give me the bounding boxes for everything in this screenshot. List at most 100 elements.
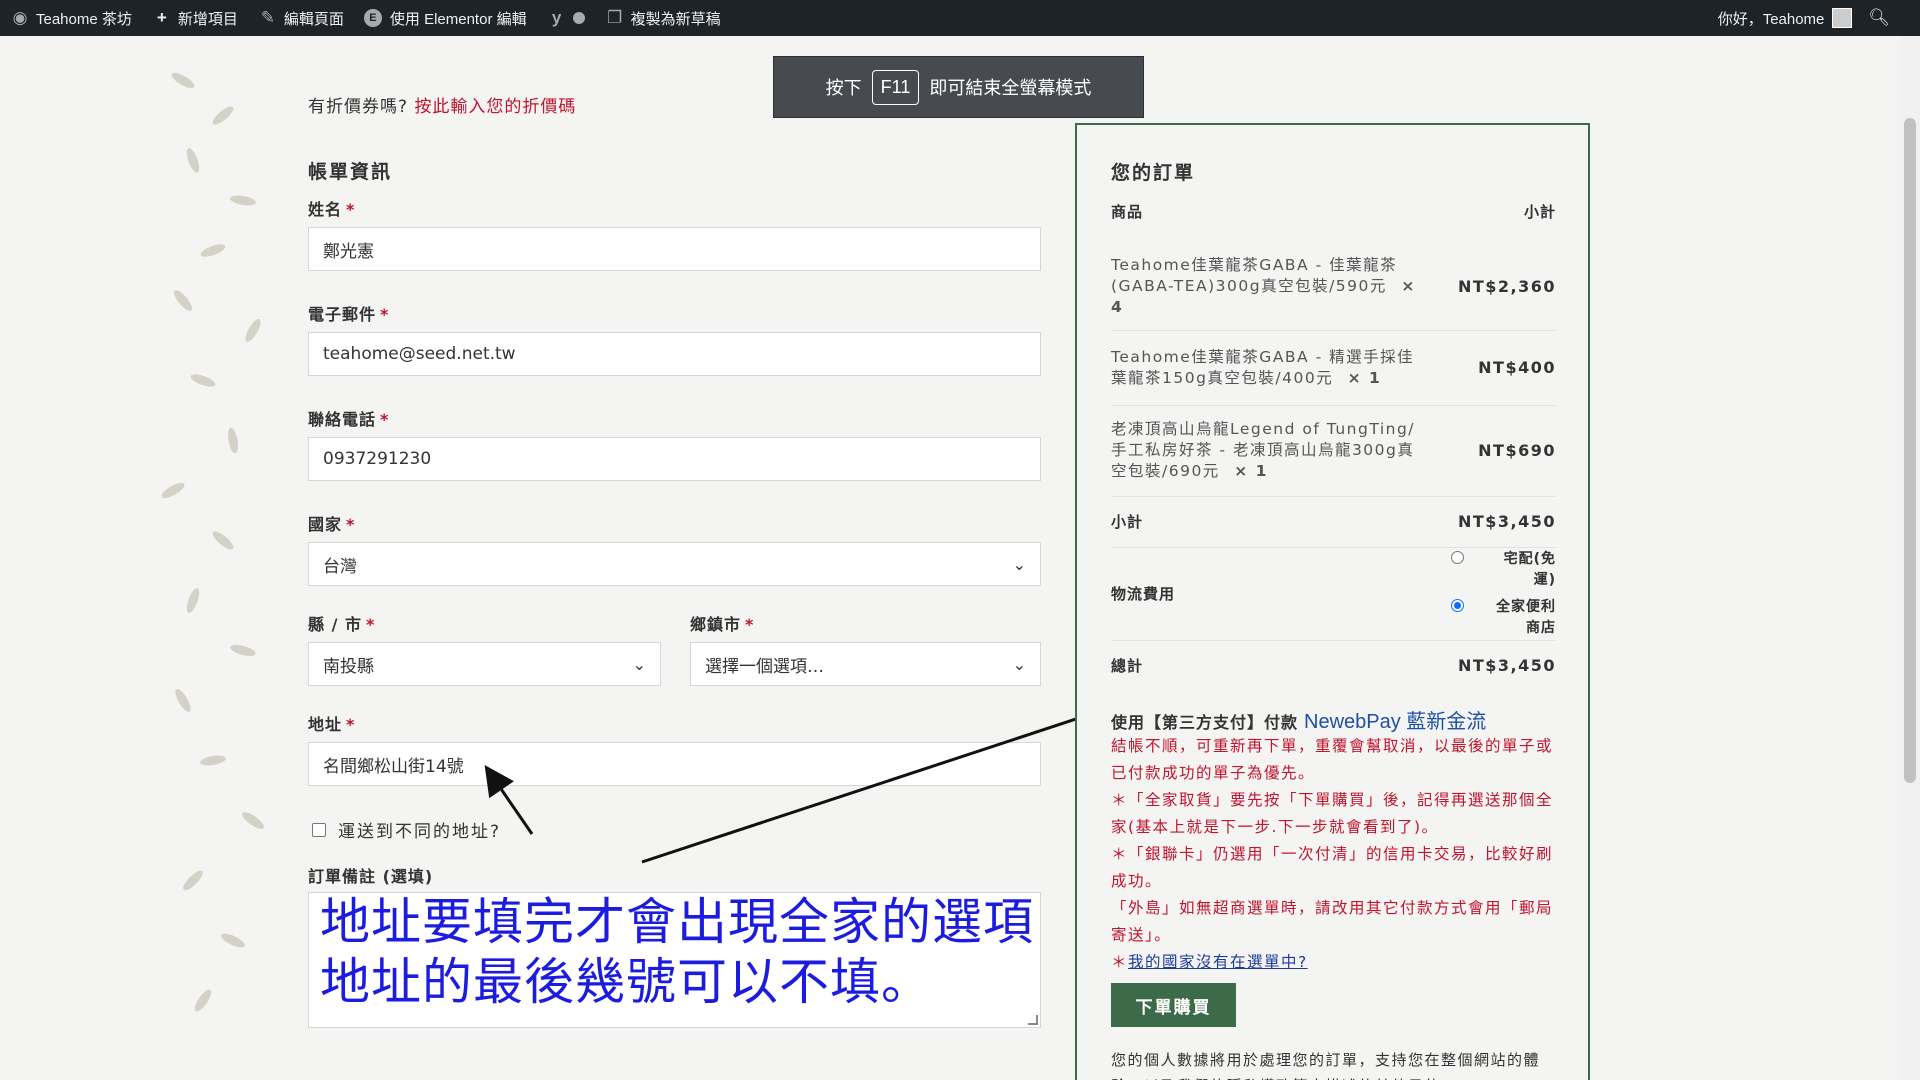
coupon-notice: 有折價券嗎? 按此輸入您的折價碼 <box>308 92 576 117</box>
search-icon: 🔍︎ <box>1868 8 1890 27</box>
address-field[interactable]: 名間鄉松山街14號 <box>308 742 1041 786</box>
order-item: Teahome佳葉龍茶GABA - 佳葉龍茶(GABA-TEA)300g真空包裝… <box>1111 243 1556 329</box>
radio-home-delivery[interactable] <box>1451 550 1464 564</box>
scrollbar-thumb[interactable] <box>1904 118 1916 783</box>
shipping-options: 宅配(免運) 全家便利商店 <box>1451 549 1556 639</box>
col-product: 商品 <box>1111 203 1144 221</box>
avatar <box>1832 8 1853 28</box>
email-field[interactable]: teahome@seed.net.tw <box>308 332 1041 376</box>
shipping-label: 物流費用 <box>1111 585 1176 603</box>
tea-leaves-decoration <box>80 36 280 1080</box>
plus-icon: + <box>156 8 167 27</box>
col-subtotal: 小計 <box>1523 203 1556 221</box>
yoast-icon: y <box>551 8 562 27</box>
notes-label: 訂單備註 (選填) <box>308 867 434 886</box>
copy-draft-label: 複製為新草稿 <box>630 10 721 28</box>
payment-method-title: 使用【第三方支付】付款 NewebPay 藍新金流 <box>1111 705 1486 734</box>
payment-note: 結帳不順，可重新再下單，重覆會幫取消，以最後的單子或已付款成功的單子為優先。 <box>1111 737 1554 782</box>
order-review-box: 您的訂單 商品 小計 Teahome佳葉龍茶GABA - 佳葉龍茶(GABA-T… <box>1075 123 1590 1080</box>
total-row: 總計 NT$3,450 <box>1111 640 1556 690</box>
township-label: 鄉鎮市 * <box>690 615 755 634</box>
annotation-line-1: 地址要填完才會出現全家的選項 <box>320 893 1034 951</box>
shipping-option-label: 全家便利商店 <box>1496 598 1556 636</box>
order-item: 老凍頂高山烏龍Legend of TungTing/手工私房好茶 - 老凍頂高山… <box>1111 405 1556 495</box>
address-label: 地址 * <box>308 715 356 734</box>
country-missing-link[interactable]: 我的國家沒有在選單中? <box>1128 953 1308 971</box>
country-value: 台灣 <box>323 556 357 577</box>
shipping-option-familymart[interactable]: 全家便利商店 <box>1451 597 1556 639</box>
payment-title: 使用【第三方支付】付款 <box>1111 713 1299 732</box>
order-title: 您的訂單 <box>1111 162 1196 184</box>
annotation-line-2: 地址的最後幾號可以不填。 <box>320 953 932 1011</box>
phone-field[interactable]: 0937291230 <box>308 437 1041 481</box>
name-field[interactable]: 鄭光憲 <box>308 227 1041 271</box>
my-account-menu[interactable]: 你好，Teahome <box>1708 0 1857 36</box>
coupon-link[interactable]: 按此輸入您的折價碼 <box>414 97 576 117</box>
privacy-notice: 您的個人數據將用於處理您的訂單，支持您在整個網站的體驗，以及我們的隱私權政策中描… <box>1111 1051 1541 1080</box>
shipping-option-label: 宅配(免運) <box>1503 550 1556 588</box>
shipping-option-home[interactable]: 宅配(免運) <box>1451 549 1556 591</box>
radio-familymart[interactable] <box>1451 598 1464 612</box>
admin-bar: ◉ Teahome 茶坊 + 新增項目 ✎ 編輯頁面 E 使用 Elemento… <box>0 0 1920 36</box>
place-order-button[interactable]: 下單購買 <box>1111 983 1236 1027</box>
toast-prefix: 按下 <box>825 78 862 98</box>
ship-different-checkbox[interactable] <box>312 822 326 837</box>
coupon-question: 有折價券嗎? <box>308 97 409 117</box>
subtotal-row: 小計 NT$3,450 <box>1111 496 1556 546</box>
county-value: 南投縣 <box>323 656 374 677</box>
order-item: Teahome佳葉龍茶GABA - 精選手採佳葉龍茶150g真空包裝/400元 … <box>1111 330 1556 404</box>
phone-label: 聯絡電話 * <box>308 410 390 429</box>
county-select[interactable]: 南投縣 ⌄ <box>308 642 661 686</box>
item-price: NT$690 <box>1478 441 1556 460</box>
payment-notes: 結帳不順，可重新再下單，重覆會幫取消，以最後的單子或已付款成功的單子為優先。 ＊… <box>1111 733 1556 976</box>
toast-suffix: 即可結束全螢幕模式 <box>929 78 1092 98</box>
name-label: 姓名 * <box>308 200 356 219</box>
elementor-icon: E <box>363 9 382 27</box>
item-qty: × 1 <box>1234 462 1268 480</box>
payment-note: ＊我的國家沒有在選單中? <box>1111 953 1308 971</box>
page-scrollbar[interactable] <box>1900 36 1920 1080</box>
edit-page-link[interactable]: ✎ 編輯頁面 <box>248 0 354 36</box>
billing-title: 帳單資訊 <box>308 161 393 183</box>
dashboard-icon: ◉ <box>12 8 28 27</box>
yoast-menu[interactable]: y <box>537 0 595 36</box>
email-label: 電子郵件 * <box>308 305 390 324</box>
item-name: Teahome佳葉龍茶GABA - 佳葉龍茶(GABA-TEA)300g真空包裝… <box>1111 255 1398 295</box>
item-price: NT$2,360 <box>1457 276 1556 296</box>
payment-note: 「外島」如無超商選單時，請改用其它付款方式會用「郵局寄送」。 <box>1111 899 1554 944</box>
country-label: 國家 * <box>308 515 356 534</box>
total-label: 總計 <box>1111 657 1144 675</box>
payment-note: ＊「銀聯卡」仍選用「一次付清」的信用卡交易，比較好刷成功。 <box>1111 845 1554 890</box>
subtotal-value: NT$3,450 <box>1457 512 1556 531</box>
country-select[interactable]: 台灣 ⌄ <box>308 542 1041 586</box>
fullscreen-toast: 按下 F11 即可結束全螢幕模式 <box>773 56 1144 118</box>
new-item-label: 新增項目 <box>177 10 238 28</box>
site-name: Teahome 茶坊 <box>36 10 132 28</box>
site-name-menu[interactable]: ◉ Teahome 茶坊 <box>0 0 142 36</box>
chevron-down-icon: ⌄ <box>632 655 646 674</box>
annotation-text: 地址要填完才會出現全家的選項 地址的最後幾號可以不填。 <box>320 892 1034 1012</box>
resize-handle-icon[interactable] <box>1028 1015 1038 1025</box>
ship-different-row[interactable]: 運送到不同的地址? <box>312 817 501 842</box>
chevron-down-icon: ⌄ <box>1012 655 1026 674</box>
subtotal-label: 小計 <box>1111 513 1144 531</box>
payment-note: ＊「全家取貨」要先按「下單購買」後，記得再選送那個全家(基本上就是下一步.下一步… <box>1111 791 1554 836</box>
greeting: 你好，Teahome <box>1717 10 1825 28</box>
county-label: 縣 / 市 * <box>308 615 376 634</box>
item-qty: × 1 <box>1347 368 1382 387</box>
order-table-header: 商品 小計 <box>1111 201 1556 222</box>
edit-page-label: 編輯頁面 <box>283 10 344 28</box>
total-value: NT$3,450 <box>1457 656 1556 675</box>
admin-search-button[interactable]: 🔍︎ <box>1856 0 1900 36</box>
f11-key: F11 <box>871 69 920 105</box>
township-select[interactable]: 選擇一個選項… ⌄ <box>690 642 1041 686</box>
elementor-edit-label: 使用 Elementor 編輯 <box>389 10 527 28</box>
ship-different-label: 運送到不同的地址? <box>338 822 502 842</box>
seo-status-dot-icon <box>572 12 585 24</box>
shipping-row: 物流費用 宅配(免運) 全家便利商店 <box>1111 547 1556 639</box>
elementor-edit-link[interactable]: E 使用 Elementor 編輯 <box>354 0 537 36</box>
copy-draft-link[interactable]: ❐ 複製為新草稿 <box>595 0 731 36</box>
newebpay-logo: NewebPay 藍新金流 <box>1304 711 1487 733</box>
new-item-menu[interactable]: + 新增項目 <box>142 0 248 36</box>
item-price: NT$400 <box>1478 358 1556 377</box>
